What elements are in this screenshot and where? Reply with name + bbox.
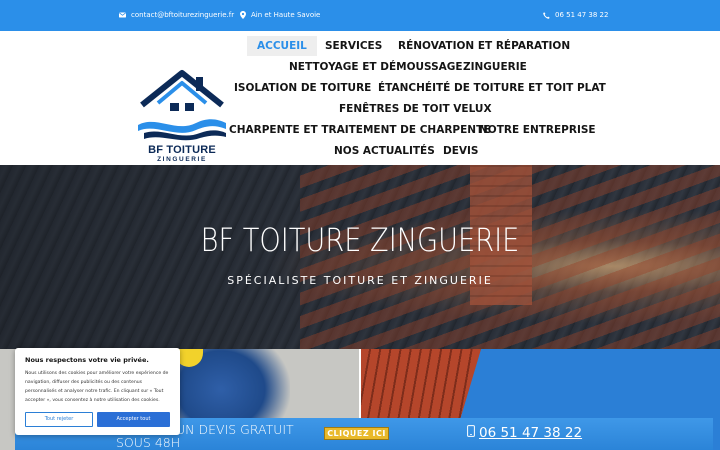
email-text[interactable]: contact@bftoiturezinguerie.fr	[131, 11, 234, 19]
cookie-description: Nous utilisons des cookies pour améliore…	[25, 371, 169, 403]
reject-all-button[interactable]: Tout rejeter	[25, 412, 93, 427]
phone-text[interactable]: 06 51 47 38 22	[555, 11, 608, 19]
site-logo[interactable]: BF TOITURE ZINGUERIE	[136, 67, 228, 163]
email-contact[interactable]: contact@bftoiturezinguerie.fr	[119, 11, 234, 19]
envelope-icon	[119, 12, 126, 18]
top-contact-bar: contact@bftoiturezinguerie.fr Ain et Hau…	[0, 0, 720, 31]
hero-subtitle: SPÉCIALISTE TOITURE ET ZINGUERIE	[227, 274, 493, 287]
nav-zinguerie[interactable]: ZINGUERIE	[463, 60, 527, 74]
accept-all-button[interactable]: Accepter tout	[97, 412, 170, 427]
logo-name: BF TOITURE	[148, 144, 216, 156]
click-here-button[interactable]: CLIQUEZ ICI	[324, 427, 389, 440]
cookie-consent-banner: Nous respectons votre vie privée. Nous u…	[15, 348, 180, 435]
phone-icon	[467, 425, 475, 441]
site-header: BF TOITURE ZINGUERIE ACCUEIL SERVICES RÉ…	[0, 31, 720, 165]
phone-icon	[543, 11, 550, 19]
nav-nettoyage[interactable]: NETTOYAGE ET DÉMOUSSAGE	[289, 60, 463, 74]
cta-phone-link[interactable]: 06 51 47 38 22	[467, 425, 582, 441]
location-pin-icon	[240, 11, 246, 19]
nav-accueil[interactable]: ACCUEIL	[247, 36, 317, 56]
area-text: Ain et Haute Savoie	[251, 11, 321, 19]
cta-free-quote-text: UN DEVIS GRATUIT	[176, 422, 294, 437]
hero-title: BF TOITURE ZINGUERIE	[200, 221, 520, 259]
hero-banner: BF TOITURE ZINGUERIE SPÉCIALISTE TOITURE…	[0, 165, 720, 349]
nav-devis[interactable]: DEVIS	[443, 144, 478, 158]
cta-48h-text: SOUS 48H	[116, 435, 181, 450]
cta-phone-number[interactable]: 06 51 47 38 22	[479, 425, 582, 441]
nav-entreprise[interactable]: NOTRE ENTREPRISE	[479, 123, 596, 137]
nav-etancheite[interactable]: ÉTANCHÉITÉ DE TOITURE ET TOIT PLAT	[378, 81, 606, 95]
cookie-title: Nous respectons votre vie privée.	[25, 356, 149, 364]
house-roof-logo-icon	[138, 70, 226, 141]
nav-charpente[interactable]: CHARPENTE ET TRAITEMENT DE CHARPENTE	[229, 123, 490, 137]
nav-services[interactable]: SERVICES	[325, 39, 382, 53]
service-area: Ain et Haute Savoie	[240, 11, 320, 19]
logo-tagline: ZINGUERIE	[157, 156, 207, 163]
nav-fenetres[interactable]: FENÊTRES DE TOIT VELUX	[339, 102, 492, 116]
nav-actualites[interactable]: NOS ACTUALITÉS	[334, 144, 435, 158]
nav-renovation[interactable]: RÉNOVATION ET RÉPARATION	[398, 39, 570, 53]
phone-contact[interactable]: 06 51 47 38 22	[543, 11, 608, 19]
nav-isolation[interactable]: ISOLATION DE TOITURE	[234, 81, 371, 95]
